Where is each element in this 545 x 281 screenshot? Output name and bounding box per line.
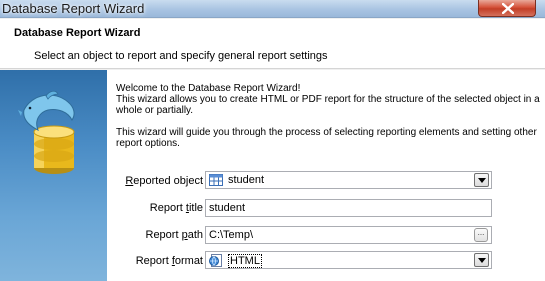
header-subtitle: Select an object to report and specify g…: [34, 50, 328, 62]
browse-button[interactable]: ...: [474, 228, 488, 242]
report-path-label: Report path: [145, 229, 204, 241]
header-title: Database Report Wizard: [14, 27, 141, 39]
reported-object-dropdown-button[interactable]: [474, 173, 489, 187]
wizard-header: Database Report Wizard Select an object …: [0, 19, 545, 69]
reported-object-combobox[interactable]: student: [205, 171, 492, 189]
dolphin-database-logo-icon: [18, 90, 75, 174]
wizard-side-panel: [0, 70, 107, 281]
report-format-dropdown-button[interactable]: [474, 253, 489, 267]
table-icon: [209, 174, 223, 186]
welcome-text: Welcome to the Database Report Wizard! T…: [116, 83, 541, 116]
window-titlebar[interactable]: Database Report Wizard: [0, 0, 545, 18]
guide-line-2: report options.: [116, 138, 180, 149]
report-format-label: Report format: [135, 255, 203, 267]
wizard-content: Welcome to the Database Report Wizard! T…: [107, 70, 545, 281]
close-icon: [502, 3, 514, 14]
guide-line-1: This wizard will guide you through the p…: [116, 127, 537, 138]
report-title-label: Report title: [149, 202, 203, 214]
report-title-value: student: [209, 202, 246, 214]
reported-object-label: Reported object: [125, 175, 203, 187]
welcome-line: Welcome to the Database Report Wizard!: [116, 83, 301, 94]
guide-text: This wizard will guide you through the p…: [116, 127, 541, 149]
description-line-1: This wizard allows you to create HTML or…: [116, 94, 540, 105]
chevron-down-icon: [478, 178, 486, 183]
chevron-down-icon: [478, 258, 486, 263]
reported-object-value: student: [228, 174, 265, 186]
close-button[interactable]: [478, 0, 536, 17]
html-file-icon: [209, 254, 222, 267]
report-format-combobox[interactable]: HTML: [205, 251, 492, 269]
description-line-2: whole or partially.: [116, 105, 194, 116]
report-path-value: C:\Temp\: [209, 229, 254, 241]
report-path-input[interactable]: C:\Temp\: [205, 226, 492, 244]
window-title: Database Report Wizard: [2, 1, 145, 16]
report-format-value: HTML: [228, 254, 262, 268]
report-title-input[interactable]: student: [205, 199, 492, 217]
